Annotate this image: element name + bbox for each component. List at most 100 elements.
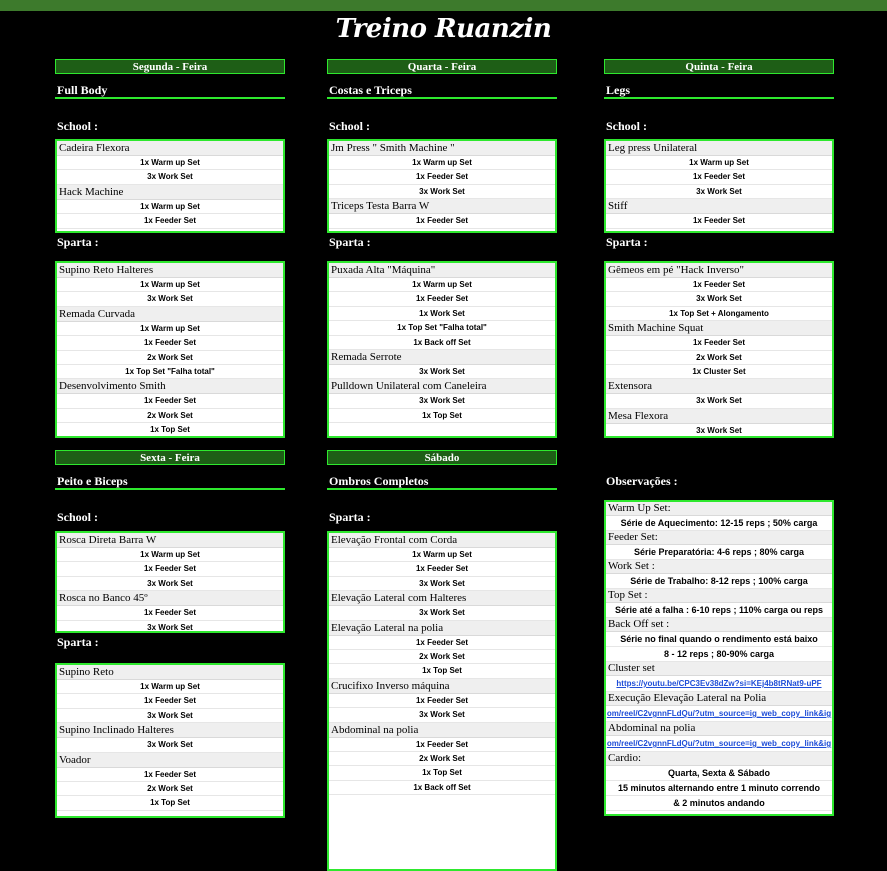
- section-label: Sparta :: [329, 510, 371, 524]
- set-line: 3x Work Set: [329, 606, 555, 621]
- observation-text: Série Preparatória: 4-6 reps ; 80% carga: [606, 545, 832, 560]
- exercise-name: Voador: [57, 752, 283, 768]
- exercise-name: Puxada Alta "Máquina": [329, 263, 555, 278]
- section-label: Sparta :: [57, 235, 99, 249]
- exercise-name: Triceps Testa Barra W: [329, 199, 555, 215]
- set-line: 3x Work Set: [329, 708, 555, 723]
- set-line: 1x Feeder Set: [606, 336, 832, 351]
- set-line: 1x Feeder Set: [329, 636, 555, 650]
- day-header: Quarta - Feira: [327, 59, 557, 74]
- observation-text: 15 minutos alternando entre 1 minuto cor…: [606, 781, 832, 796]
- set-line: 1x Feeder Set: [57, 694, 283, 709]
- observation-link-row: https://youtu.be/CPC3Ev38dZw?si=KEj4b8tR…: [606, 676, 832, 692]
- set-line: 1x Feeder Set: [329, 170, 555, 185]
- set-line: 2x Work Set: [606, 351, 832, 365]
- day-header: Sábado: [327, 450, 557, 465]
- set-line: 1x Feeder Set: [57, 214, 283, 229]
- set-line: 1x Feeder Set: [57, 562, 283, 577]
- exercise-table: Rosca Direta Barra W 1x Warm up Set 1x Fee…: [55, 531, 285, 633]
- observation-heading: Work Set :: [606, 560, 832, 574]
- observation-text: 8 - 12 reps ; 80-90% carga: [606, 647, 832, 662]
- observations-table: Warm Up Set: Série de Aquecimento: 12-15 …: [604, 500, 834, 816]
- section-label: School :: [57, 119, 99, 133]
- exercise-name: Supino Reto Halteres: [57, 263, 283, 278]
- exercise-name: Cadeira Flexora: [57, 141, 283, 156]
- set-line: 1x Feeder Set: [606, 278, 832, 293]
- page-title: Treino Ruanzin: [335, 14, 552, 44]
- set-line: 3x Work Set: [606, 229, 832, 232]
- observation-link-row: om/reel/C2vgnnFLdQu/?utm_source=ig_web_c…: [606, 706, 832, 722]
- exercise-name: Mesa Flexora: [606, 408, 832, 424]
- set-line: 3x Work Set: [606, 185, 832, 200]
- set-line: 1x Warm up Set: [329, 548, 555, 563]
- set-line: 1x Feeder Set: [57, 606, 283, 621]
- exercise-name: Supino Inclinado Halteres: [57, 723, 283, 739]
- set-line: 1x Warm up Set: [329, 156, 555, 171]
- set-line: 1x Warm up Set: [57, 322, 283, 337]
- section-label: School :: [57, 510, 99, 524]
- observation-heading: Cluster set: [606, 662, 832, 676]
- set-line: 1x Cluster Set: [606, 365, 832, 380]
- exercise-name: Gêmeos em pé "Hack Inverso": [606, 263, 832, 278]
- observation-text: Série no final quando o rendimento está …: [606, 632, 832, 647]
- exercise-table: Elevação Frontal com Corda 1x Warm up Set…: [327, 531, 557, 871]
- section-label: School :: [329, 119, 371, 133]
- observation-link-row: om/reel/C2vgnnFLdQu/?utm_source=ig_web_c…: [606, 736, 832, 752]
- set-line: 1x Warm up Set: [57, 156, 283, 171]
- observation-link[interactable]: om/reel/C2vgnnFLdQu/?utm_source=ig_web_c…: [607, 739, 831, 748]
- observation-text: Série de Trabalho: 8-12 reps ; 100% carg…: [606, 574, 832, 589]
- set-line: 3x Work Set: [57, 621, 283, 631]
- set-line: 1x Top Set: [57, 423, 283, 436]
- set-line: 1x Back off Set: [329, 336, 555, 350]
- observation-heading: Warm Up Set:: [606, 502, 832, 516]
- set-line: 1x Feeder Set: [329, 214, 555, 229]
- section-label: School :: [606, 119, 648, 133]
- set-line: 1x Feeder Set: [329, 694, 555, 709]
- exercise-table: Puxada Alta "Máquina" 1x Warm up Set 1x Fe…: [327, 261, 557, 438]
- top-accent-bar: [0, 0, 887, 11]
- set-line: 2x Work Set: [57, 351, 283, 365]
- set-line: 1x Feeder Set: [57, 394, 283, 409]
- observation-heading: Abdominal na polia: [606, 722, 832, 736]
- set-line: 2x Work Set: [329, 752, 555, 767]
- set-line: 2x Work Set: [57, 782, 283, 797]
- set-line: 3x Work Set: [329, 577, 555, 592]
- set-line: 1x Top Set: [329, 766, 555, 781]
- set-line: 3x Work Set: [57, 577, 283, 592]
- day-header: Sexta - Feira: [55, 450, 285, 465]
- exercise-name: Elevação Frontal com Corda: [329, 533, 555, 548]
- set-line: 3x Work Set: [57, 738, 283, 753]
- observation-link[interactable]: om/reel/C2vgnnFLdQu/?utm_source=ig_web_c…: [607, 709, 831, 718]
- set-line: 1x Top Set "Falha total": [329, 321, 555, 336]
- set-line: 1x Feeder Set: [329, 292, 555, 307]
- workout-title: Full Body: [55, 79, 285, 99]
- day-header: Quinta - Feira: [604, 59, 834, 74]
- day-header: Segunda - Feira: [55, 59, 285, 74]
- set-line: 3x Work Set: [329, 185, 555, 200]
- exercise-table: Leg press Unilateral 1x Warm up Set 1x Fee…: [604, 139, 834, 233]
- observation-heading: Execução Elevação Lateral na Polia: [606, 692, 832, 706]
- set-line: 1x Top Set + Alongamento: [606, 307, 832, 322]
- exercise-table: Jm Press " Smith Machine " 1x Warm up Set…: [327, 139, 557, 233]
- exercise-name: Leg press Unilateral: [606, 141, 832, 156]
- set-line: 3x Work Set: [57, 170, 283, 185]
- set-line: 1x Feeder Set: [329, 562, 555, 577]
- exercise-name: Abdominal na polia: [329, 722, 555, 738]
- exercise-name: Stiff: [606, 199, 832, 215]
- exercise-name: Smith Machine Squat: [606, 321, 832, 337]
- set-line: 1x Top Set: [329, 409, 555, 424]
- observation-text: Quarta, Sexta & Sábado: [606, 766, 832, 781]
- observation-link[interactable]: https://youtu.be/CPC3Ev38dZw?si=KEj4b8tR…: [616, 679, 821, 688]
- set-line: 3x Work Set: [57, 709, 283, 724]
- observation-text: Série até a falha : 6-10 reps ; 110% car…: [606, 603, 832, 618]
- set-line: 1x Top Set: [57, 796, 283, 811]
- set-line: 1x Feeder Set: [57, 768, 283, 782]
- set-line: 2x Work Set: [57, 409, 283, 424]
- exercise-name: Elevação Lateral na polia: [329, 620, 555, 636]
- set-line: 1x Feeder Set: [329, 738, 555, 752]
- set-line: 3x Work Set: [329, 394, 555, 409]
- exercise-name: Pulldown Unilateral com Caneleira: [329, 379, 555, 395]
- exercise-name: Hack Machine: [57, 184, 283, 200]
- observation-heading: Feeder Set:: [606, 531, 832, 545]
- set-line: 3x Work Set: [329, 365, 555, 380]
